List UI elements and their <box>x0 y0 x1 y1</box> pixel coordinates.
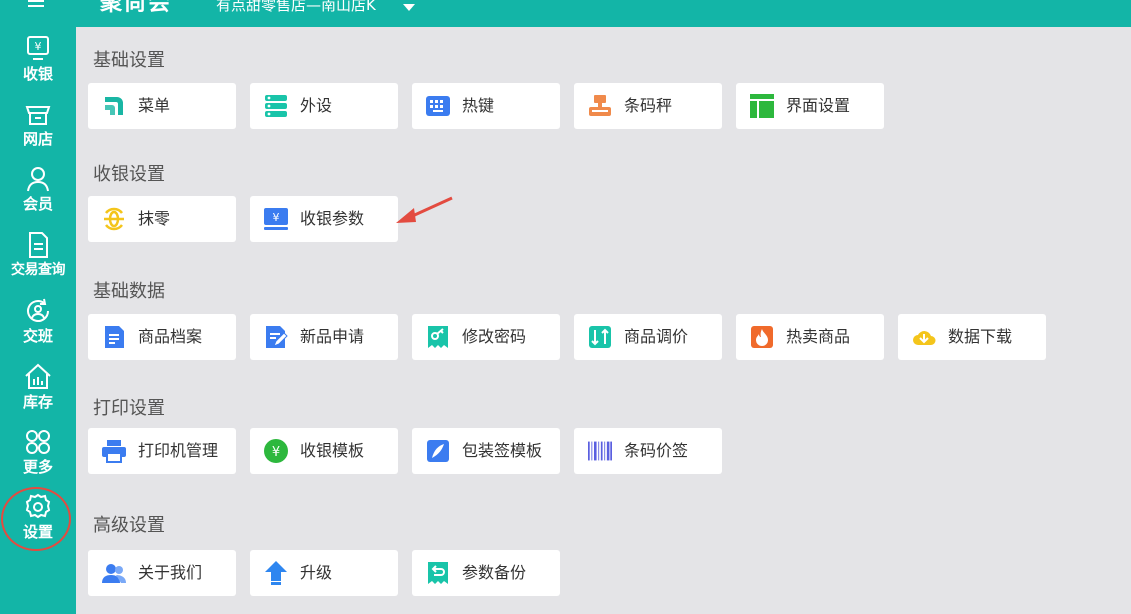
member-icon <box>27 167 49 192</box>
download-icon <box>913 331 936 345</box>
sidebar-item-label: 交班 <box>22 327 53 345</box>
tile-barcode-scale[interactable]: 条码秤 <box>574 83 722 129</box>
round-off-icon <box>104 207 124 231</box>
tile-label: 热卖商品 <box>786 327 851 346</box>
menu-icon <box>105 97 123 115</box>
password-icon <box>428 326 448 348</box>
upgrade-icon <box>265 561 287 585</box>
section-title: 收银设置 <box>93 164 165 185</box>
peripheral-icon <box>265 95 287 117</box>
barcode-label-icon <box>588 441 612 461</box>
layout-icon <box>750 94 774 118</box>
tile-change-password[interactable]: 修改密码 <box>412 314 560 360</box>
tile-data-download[interactable]: 数据下载 <box>898 314 1046 360</box>
tile-label: 条码秤 <box>624 96 673 115</box>
cashier-template-icon: ¥ <box>264 439 288 463</box>
sidebar-item-member[interactable]: 会员 <box>0 164 76 224</box>
svg-text:¥: ¥ <box>35 40 42 53</box>
tile-upgrade[interactable]: 升级 <box>250 550 398 596</box>
tile-peripheral[interactable]: 外设 <box>250 83 398 129</box>
tile-printer-management[interactable]: 打印机管理 <box>88 428 236 474</box>
tile-label: 热键 <box>462 96 495 115</box>
inventory-icon <box>25 363 51 389</box>
shift-handover-icon <box>27 298 49 322</box>
hamburger-menu-icon[interactable] <box>28 0 48 14</box>
tile-about-us[interactable]: 关于我们 <box>88 550 236 596</box>
tile-label: 数据下载 <box>948 327 1013 346</box>
sidebar-item-label: 收银 <box>22 65 53 83</box>
tile-label: 商品档案 <box>138 327 203 346</box>
cashier-params-icon: ¥ <box>264 208 288 230</box>
sidebar-item-transaction-query[interactable]: 交易查询 <box>0 230 76 290</box>
tile-params-backup[interactable]: 参数备份 <box>412 550 560 596</box>
tile-label: 抹零 <box>138 209 171 228</box>
tile-label: 界面设置 <box>786 96 851 115</box>
svg-text:¥: ¥ <box>273 211 280 224</box>
sidebar-item-shop[interactable]: 网店 <box>0 99 76 159</box>
transaction-query-icon <box>29 232 48 258</box>
tile-label: 收银模板 <box>300 441 365 460</box>
tile-label: 升级 <box>300 563 333 582</box>
new-product-icon <box>266 326 288 348</box>
section-title: 高级设置 <box>93 515 165 536</box>
section-title: 基础数据 <box>93 281 165 302</box>
sidebar-item-label: 更多 <box>22 458 53 476</box>
tile-price-adjust[interactable]: 商品调价 <box>574 314 722 360</box>
sidebar-item-label: 网店 <box>22 130 53 148</box>
tile-label: 包装签模板 <box>462 441 543 460</box>
tile-label: 外设 <box>300 96 333 115</box>
tile-label: 商品调价 <box>624 327 689 346</box>
product-file-icon <box>105 326 124 348</box>
sidebar-item-inventory[interactable]: 库存 <box>0 362 76 422</box>
sidebar-item-cashier[interactable]: ¥ 收银 <box>0 34 76 94</box>
sidebar: ¥ 收银 网店 会员 交易查询 交班 库存 更多 设置 <box>0 0 76 614</box>
about-icon <box>102 564 126 583</box>
cashier-icon: ¥ <box>27 36 49 60</box>
tile-label: 打印机管理 <box>138 441 219 460</box>
tile-label: 新品申请 <box>300 327 365 346</box>
tile-label: 收银参数 <box>300 209 365 228</box>
backup-icon <box>428 562 448 584</box>
tile-round-off[interactable]: 抹零 <box>88 196 236 242</box>
tile-new-product[interactable]: 新品申请 <box>250 314 398 360</box>
sidebar-item-more[interactable]: 更多 <box>0 427 76 487</box>
tile-label: 修改密码 <box>462 327 527 346</box>
tile-label: 关于我们 <box>138 563 203 582</box>
annotation-arrow <box>396 196 453 223</box>
caret-down-icon[interactable] <box>403 4 415 11</box>
barcode-scale-icon <box>589 95 611 116</box>
tile-cashier-template[interactable]: ¥ 收银模板 <box>250 428 398 474</box>
tile-product-file[interactable]: 商品档案 <box>88 314 236 360</box>
sidebar-item-shift[interactable]: 交班 <box>0 296 76 356</box>
section-title: 基础设置 <box>93 50 165 71</box>
more-icon <box>26 430 50 454</box>
tile-cashier-params[interactable]: ¥ 收银参数 <box>250 196 398 242</box>
tile-menu[interactable]: 菜单 <box>88 83 236 129</box>
sidebar-item-label: 库存 <box>22 393 53 411</box>
package-label-icon <box>427 440 449 462</box>
sidebar-item-label: 交易查询 <box>11 262 66 278</box>
tile-hot-sale[interactable]: 热卖商品 <box>736 314 884 360</box>
tile-layout-settings[interactable]: 界面设置 <box>736 83 884 129</box>
tile-label: 参数备份 <box>462 563 527 582</box>
store-selector[interactable]: 有点甜零售店—南山店K <box>216 0 376 14</box>
svg-text:¥: ¥ <box>272 445 280 460</box>
section-title: 打印设置 <box>93 398 165 419</box>
price-adjust-icon <box>589 326 611 348</box>
sidebar-item-label: 会员 <box>22 195 53 213</box>
tile-label: 菜单 <box>138 96 171 115</box>
tile-package-label-template[interactable]: 包装签模板 <box>412 428 560 474</box>
tile-label: 条码价签 <box>624 441 689 460</box>
top-bar: 聚尚会 有点甜零售店—南山店K <box>76 0 1131 27</box>
printer-icon <box>102 440 126 463</box>
tile-hotkey[interactable]: 热键 <box>412 83 560 129</box>
annotation-circle <box>1 487 71 551</box>
app-logo: 聚尚会 <box>100 0 173 16</box>
shop-icon <box>25 106 51 125</box>
hotkey-icon <box>426 96 450 116</box>
hot-sale-icon <box>751 326 773 348</box>
tile-barcode-label[interactable]: 条码价签 <box>574 428 722 474</box>
